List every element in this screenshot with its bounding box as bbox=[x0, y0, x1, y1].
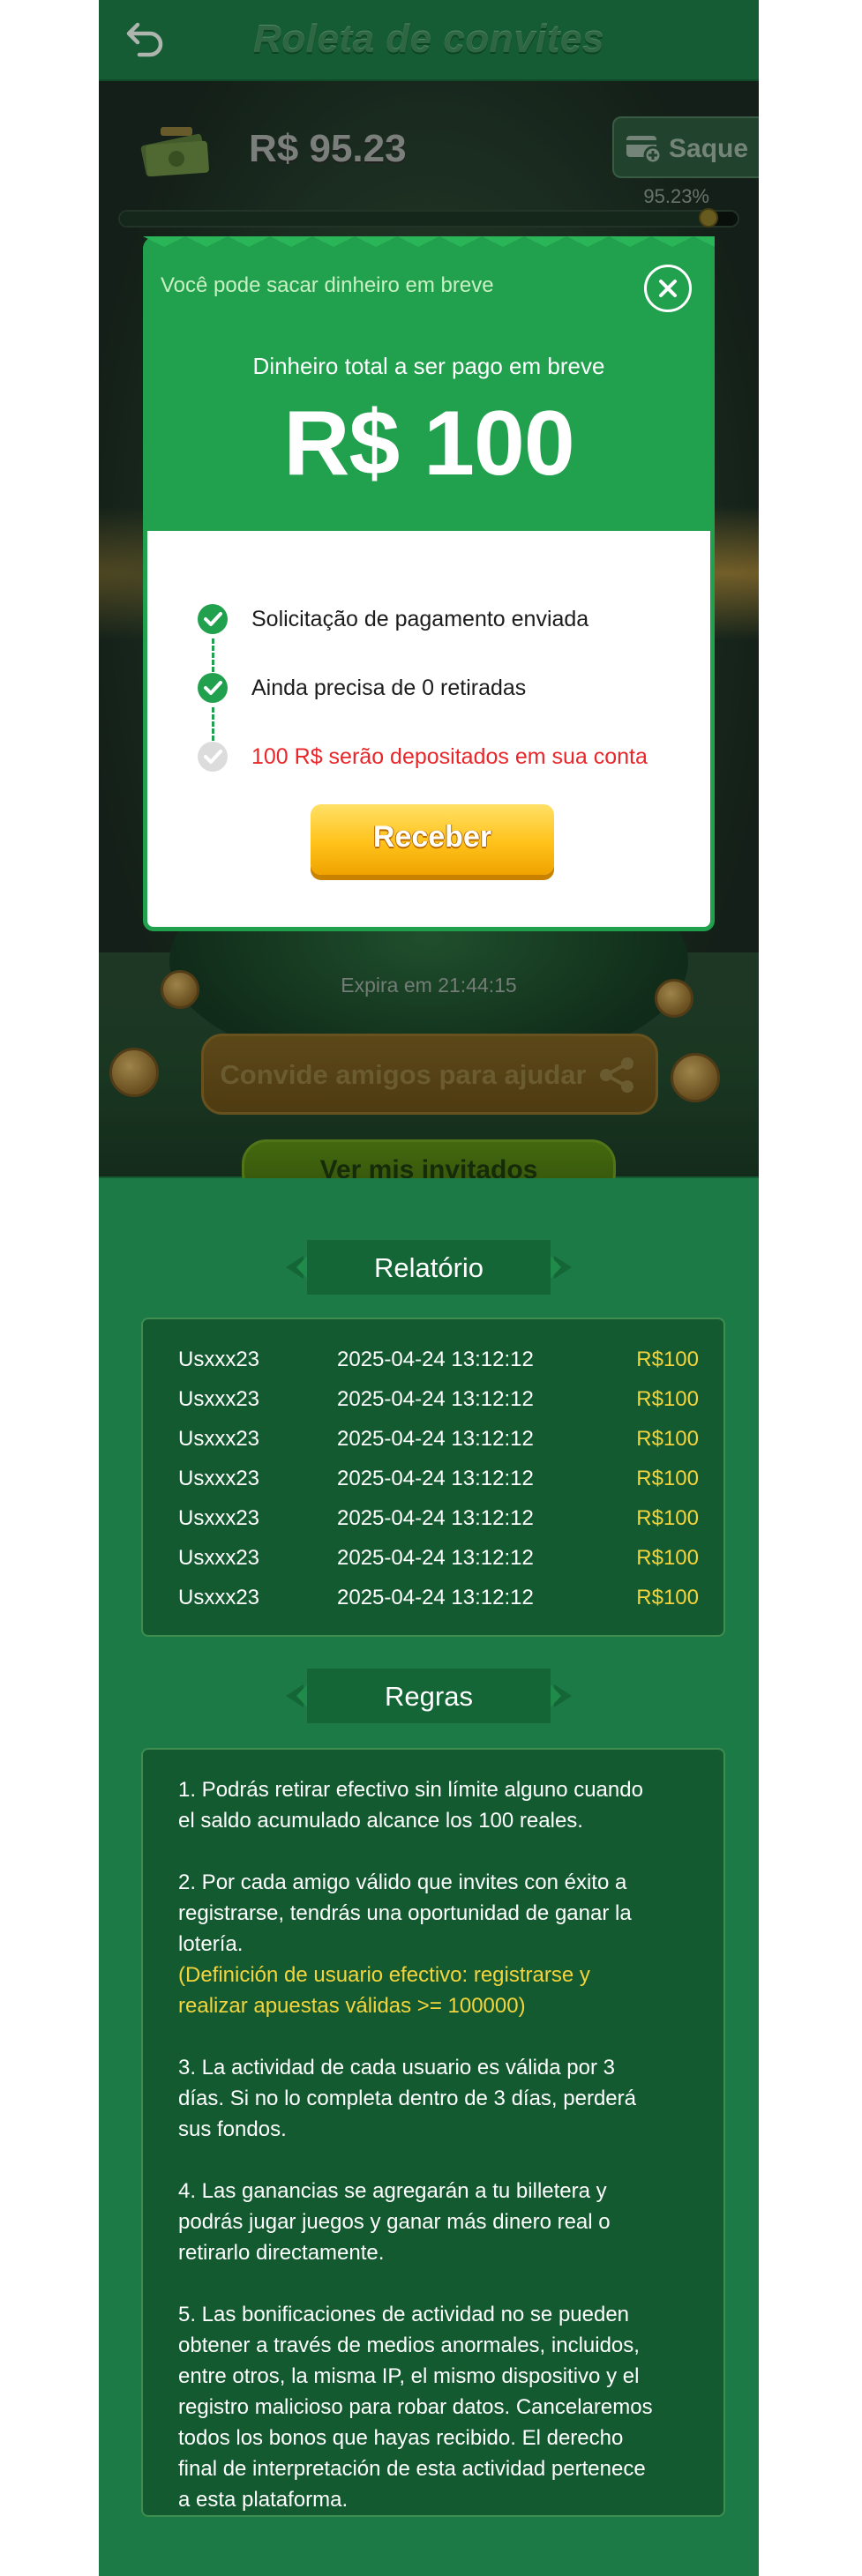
step-item: Solicitação de pagamento enviada bbox=[197, 601, 691, 637]
receive-button[interactable]: Receber bbox=[311, 804, 554, 875]
rule-line: el saldo acumulado alcance los 100 reale… bbox=[178, 1809, 583, 1833]
report-amount: R$100 bbox=[636, 1506, 699, 1530]
report-row: Usxxx23 2025-04-24 13:12:12 R$100 bbox=[178, 1467, 699, 1502]
rule-item: 4. Las ganancias se agregarán a tu bille… bbox=[178, 2176, 699, 2268]
rule-line: 1. Podrás retirar efectivo sin límite al… bbox=[178, 1778, 643, 1802]
modal-total-label: Dinheiro total a ser pago em breve bbox=[252, 353, 605, 379]
modal-total-amount: R$ 100 bbox=[283, 392, 574, 495]
step-connector bbox=[212, 707, 214, 741]
rule-highlight-line: (Definición de usuario efectivo: registr… bbox=[178, 1963, 590, 1987]
rule-line: retirarlo directamente. bbox=[178, 2241, 385, 2265]
report-row: Usxxx23 2025-04-24 13:12:12 R$100 bbox=[178, 1506, 699, 1542]
rule-line: 2. Por cada amigo válido que invites con… bbox=[178, 1870, 627, 1894]
step-label: 100 R$ serão depositados em sua conta bbox=[251, 744, 648, 769]
rule-line: registro malicioso para robar datos. Can… bbox=[178, 2395, 653, 2419]
step-item: Ainda precisa de 0 retiradas bbox=[197, 670, 691, 706]
report-amount: R$100 bbox=[636, 1427, 699, 1451]
report-row: Usxxx23 2025-04-24 13:12:12 R$100 bbox=[178, 1586, 699, 1621]
report-user: Usxxx23 bbox=[178, 1387, 260, 1411]
report-row: Usxxx23 2025-04-24 13:12:12 R$100 bbox=[178, 1348, 699, 1383]
rule-line: días. Si no lo completa dentro de 3 días… bbox=[178, 2087, 636, 2110]
receive-label: Receber bbox=[372, 820, 492, 854]
step-label: Ainda precisa de 0 retiradas bbox=[251, 676, 527, 700]
report-amount: R$100 bbox=[636, 1387, 699, 1411]
rule-line: 3. La actividad de cada usuario es válid… bbox=[178, 2056, 615, 2079]
report-date: 2025-04-24 13:12:12 bbox=[337, 1546, 534, 1570]
rule-line: 5. Las bonificaciones de actividad no se… bbox=[178, 2303, 630, 2326]
pending-check-icon bbox=[197, 741, 229, 773]
lower-content: Relatório Usxxx23 2025-04-24 13:12:12 R$… bbox=[99, 1178, 759, 2576]
withdraw-status-modal: Você pode sacar dinheiro em breve Dinhei… bbox=[143, 236, 715, 931]
report-amount: R$100 bbox=[636, 1348, 699, 1371]
modal-zigzag-decoration bbox=[143, 236, 715, 247]
rules-section-title: Regras bbox=[286, 1669, 572, 1723]
report-row: Usxxx23 2025-04-24 13:12:12 R$100 bbox=[178, 1427, 699, 1462]
rule-line: todos los bonos que hayas recibido. El d… bbox=[178, 2426, 624, 2450]
rule-line: lotería. bbox=[178, 1932, 244, 1956]
rule-item: 2. Por cada amigo válido que invites con… bbox=[178, 1867, 699, 2021]
report-user: Usxxx23 bbox=[178, 1546, 260, 1570]
close-icon[interactable] bbox=[644, 265, 692, 312]
report-date: 2025-04-24 13:12:12 bbox=[337, 1467, 534, 1490]
rule-line: final de interpretación de esta activida… bbox=[178, 2457, 646, 2481]
report-panel: Usxxx23 2025-04-24 13:12:12 R$100 Usxxx2… bbox=[141, 1318, 725, 1637]
step-label: Solicitação de pagamento enviada bbox=[251, 607, 589, 631]
report-row: Usxxx23 2025-04-24 13:12:12 R$100 bbox=[178, 1387, 699, 1422]
check-circle-icon bbox=[197, 603, 229, 635]
report-date: 2025-04-24 13:12:12 bbox=[337, 1348, 534, 1371]
report-amount: R$100 bbox=[636, 1467, 699, 1490]
rule-line: a esta plataforma. bbox=[178, 2488, 349, 2512]
report-row: Usxxx23 2025-04-24 13:12:12 R$100 bbox=[178, 1546, 699, 1581]
step-item: 100 R$ serão depositados em sua conta bbox=[197, 739, 691, 774]
modal-subtitle: Você pode sacar dinheiro em breve bbox=[161, 273, 494, 297]
rule-line: obtener a través de medios anormales, in… bbox=[178, 2333, 640, 2357]
report-user: Usxxx23 bbox=[178, 1427, 260, 1451]
rule-line: entre otros, la misma IP, el mismo dispo… bbox=[178, 2364, 640, 2388]
report-amount: R$100 bbox=[636, 1546, 699, 1570]
report-user: Usxxx23 bbox=[178, 1467, 260, 1490]
report-user: Usxxx23 bbox=[178, 1348, 260, 1371]
rules-title: Regras bbox=[385, 1681, 473, 1712]
report-date: 2025-04-24 13:12:12 bbox=[337, 1506, 534, 1530]
check-circle-icon bbox=[197, 672, 229, 704]
app-screen: Roleta de convites R$ 95.23 Saque 95.23%… bbox=[99, 0, 759, 2576]
rule-line: 4. Las ganancias se agregarán a tu bille… bbox=[178, 2179, 607, 2203]
report-date: 2025-04-24 13:12:12 bbox=[337, 1387, 534, 1411]
report-date: 2025-04-24 13:12:12 bbox=[337, 1586, 534, 1609]
modal-steps-panel: Solicitação de pagamento enviada Ainda p… bbox=[143, 531, 715, 931]
rule-line: podrás jugar juegos y ganar más dinero r… bbox=[178, 2210, 611, 2234]
rule-item: 1. Podrás retirar efectivo sin límite al… bbox=[178, 1774, 699, 1836]
rule-item: 3. La actividad de cada usuario es válid… bbox=[178, 2052, 699, 2145]
rule-line: registrarse, tendrás una oportunidad de … bbox=[178, 1901, 632, 1925]
report-amount: R$100 bbox=[636, 1586, 699, 1609]
rule-line: sus fondos. bbox=[178, 2117, 287, 2141]
rule-highlight-line: realizar apuestas válidas >= 100000) bbox=[178, 1994, 526, 2018]
report-section-title: Relatório bbox=[286, 1240, 572, 1295]
report-user: Usxxx23 bbox=[178, 1506, 260, 1530]
rules-panel: 1. Podrás retirar efectivo sin límite al… bbox=[141, 1748, 725, 2517]
step-connector bbox=[212, 638, 214, 672]
modal-header: Você pode sacar dinheiro em breve Dinhei… bbox=[143, 236, 715, 531]
rule-item: 5. Las bonificaciones de actividad no se… bbox=[178, 2299, 699, 2515]
report-date: 2025-04-24 13:12:12 bbox=[337, 1427, 534, 1451]
report-title: Relatório bbox=[373, 1252, 484, 1283]
report-user: Usxxx23 bbox=[178, 1586, 260, 1609]
